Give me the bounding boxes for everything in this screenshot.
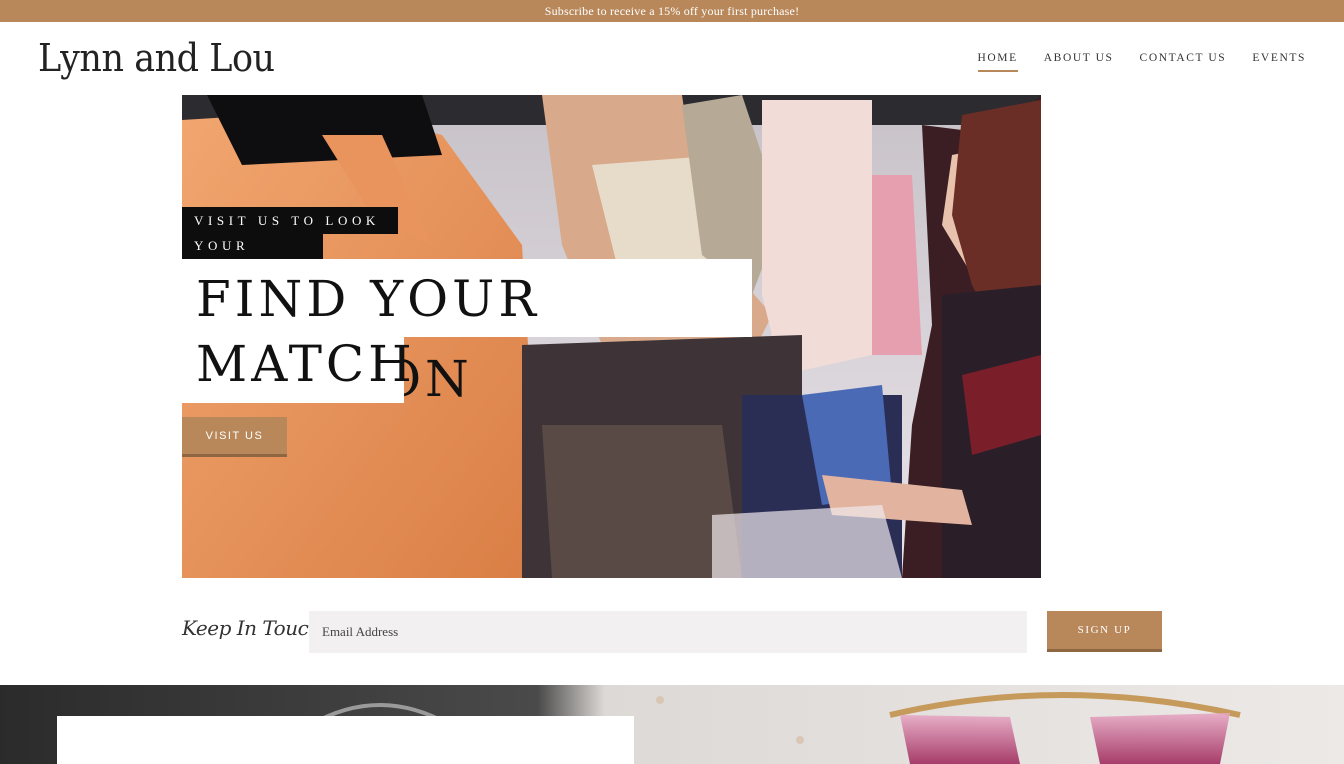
nav-item-events[interactable]: EVENTS (1252, 52, 1306, 72)
hero-kicker-line-2: YOUR BEST! (182, 232, 323, 280)
hero-headline-line-1: FIND YOUR FASHION (182, 259, 752, 408)
nav-item-contact-us[interactable]: CONTACT US (1140, 52, 1227, 72)
email-field[interactable] (309, 611, 1027, 653)
newsletter-signup: Keep In Touch SIGN UP (182, 610, 1162, 654)
newsletter-label: Keep In Touch (182, 616, 321, 640)
main-nav: HOME ABOUT US CONTACT US EVENTS (977, 52, 1307, 72)
hero-kicker-line-1: VISIT US TO LOOK (182, 207, 398, 234)
feature-card (57, 716, 634, 764)
nav-item-about-us[interactable]: ABOUT US (1044, 52, 1114, 72)
featured-products-strip (0, 685, 1344, 764)
site-logo[interactable]: Lynn and Lou (38, 36, 275, 80)
announcement-bar: Subscribe to receive a 15% off your firs… (0, 0, 1344, 22)
announcement-text: Subscribe to receive a 15% off your firs… (544, 4, 800, 18)
site-header: Lynn and Lou HOME ABOUT US CONTACT US EV… (0, 22, 1344, 95)
hero-headline-line-2: MATCH (182, 337, 412, 403)
hero-banner: VISIT US TO LOOK YOUR BEST! FIND YOUR FA… (182, 95, 1041, 578)
sign-up-button[interactable]: SIGN UP (1047, 611, 1162, 652)
nav-item-home[interactable]: HOME (977, 52, 1018, 72)
visit-us-button[interactable]: VISIT US (182, 417, 287, 457)
